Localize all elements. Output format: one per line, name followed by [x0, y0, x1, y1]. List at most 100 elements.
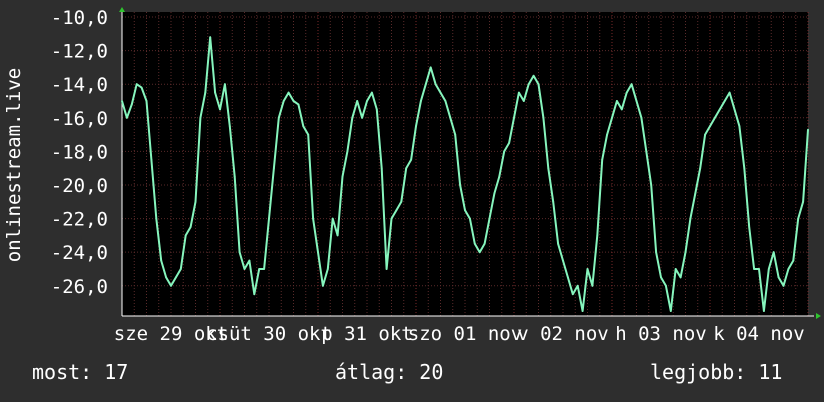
data-point	[179, 268, 182, 270]
data-point	[630, 83, 633, 86]
data-point	[130, 103, 133, 106]
data-point	[488, 217, 491, 220]
data-point	[518, 91, 520, 94]
data-point	[209, 36, 212, 39]
data-point	[596, 234, 599, 237]
data-point	[317, 251, 319, 254]
data-point	[322, 284, 324, 287]
data-point	[331, 217, 334, 220]
y-tick-label: -22,0	[51, 209, 108, 231]
data-point	[689, 217, 692, 220]
stat-best: legjobb: 11	[650, 360, 782, 384]
data-point	[723, 100, 726, 102]
data-point	[214, 91, 217, 94]
data-point	[375, 108, 378, 111]
data-point	[718, 108, 721, 111]
data-point	[160, 259, 163, 262]
y-axis-label: onlinestream.live	[3, 68, 25, 262]
data-point	[513, 116, 515, 119]
data-point	[503, 150, 506, 153]
stat-best-label: legjobb:	[650, 360, 747, 384]
data-point	[527, 83, 530, 86]
data-point	[361, 116, 363, 119]
data-point	[498, 175, 501, 178]
data-point	[150, 158, 153, 161]
data-point	[424, 83, 427, 86]
data-point	[346, 150, 349, 153]
y-axis-tick-labels: -10,0 -12,0 -14,0 -16,0 -18,0 -20,0 -22,0 -24,0…	[51, 7, 108, 298]
data-point	[371, 91, 373, 94]
stat-average: átlag: 20	[335, 360, 443, 384]
data-point	[552, 200, 555, 203]
data-point	[684, 251, 687, 254]
data-point	[385, 268, 388, 270]
temperature-line-chart: -10,0 -12,0 -14,0 -16,0 -18,0 -20,0 -22,0 -24,0…	[3, 7, 821, 345]
y-tick-label: -14,0	[51, 74, 108, 96]
data-point	[405, 167, 408, 170]
data-point	[733, 108, 736, 111]
stat-average-label: átlag:	[335, 360, 408, 384]
data-point	[175, 276, 177, 279]
data-point	[454, 133, 457, 136]
x-tick-label: v 02 nov	[517, 323, 609, 345]
data-point	[243, 268, 246, 270]
data-point	[567, 276, 569, 279]
data-point	[606, 133, 608, 136]
y-tick-label: -26,0	[51, 276, 108, 298]
data-point	[669, 310, 672, 312]
data-point	[473, 242, 476, 245]
y-tick-label: -10,0	[51, 7, 108, 29]
y-axis-arrow-icon	[119, 7, 125, 12]
data-point	[699, 167, 702, 170]
data-point	[611, 116, 613, 119]
data-point	[478, 251, 481, 254]
data-point	[121, 100, 123, 102]
data-point	[537, 83, 540, 86]
data-point	[410, 158, 412, 161]
data-point	[493, 192, 496, 195]
data-point	[679, 276, 682, 279]
data-point	[126, 116, 128, 119]
data-point	[341, 175, 344, 178]
data-point	[777, 276, 780, 279]
data-point	[194, 200, 197, 203]
stat-best-value: 11	[758, 360, 783, 384]
data-point	[763, 310, 765, 312]
y-tick-label: -12,0	[51, 41, 108, 63]
data-point	[165, 276, 168, 279]
data-point	[753, 268, 755, 270]
data-point	[390, 217, 393, 220]
data-point	[694, 192, 697, 195]
data-point	[655, 251, 657, 254]
data-point	[287, 91, 290, 94]
data-point	[219, 108, 221, 111]
x-axis-arrow-icon	[816, 313, 821, 319]
data-point	[253, 293, 256, 296]
data-point	[792, 259, 795, 262]
data-point	[748, 226, 751, 228]
data-point	[155, 217, 158, 220]
data-point	[224, 83, 226, 86]
data-point	[282, 100, 285, 102]
data-point	[248, 259, 251, 262]
data-point	[743, 167, 746, 170]
data-point	[625, 91, 628, 94]
data-point	[547, 167, 550, 170]
x-axis-tick-labels: sze 29 oktcsüt 30 oktp 31 oktszo 01 novv…	[114, 323, 805, 345]
data-point	[586, 268, 589, 270]
data-point	[665, 284, 667, 287]
y-tick-label: -18,0	[51, 141, 108, 163]
x-tick-label: h 03 nov	[615, 323, 707, 345]
data-point	[571, 293, 574, 296]
data-point	[439, 91, 442, 94]
data-point	[620, 108, 623, 111]
data-point	[483, 242, 486, 245]
x-tick-label: k 04 nov	[713, 323, 805, 345]
data-point	[650, 184, 653, 186]
stat-current-label: most:	[32, 360, 93, 384]
data-point	[184, 234, 187, 237]
y-tick-label: -16,0	[51, 108, 108, 130]
data-point	[228, 125, 231, 128]
data-point	[601, 158, 604, 161]
data-point	[204, 91, 207, 94]
